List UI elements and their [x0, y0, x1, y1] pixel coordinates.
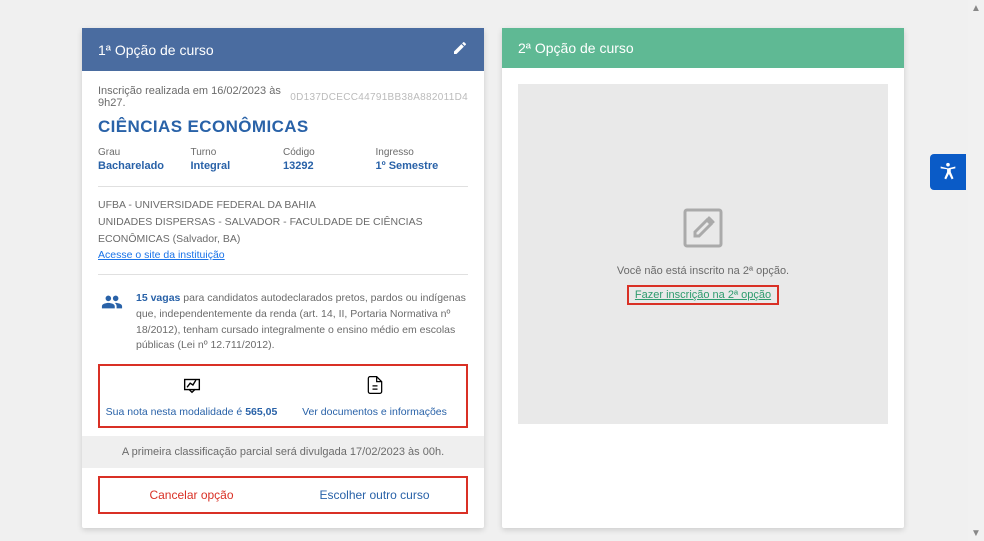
quota-text: 15 vagas para candidatos autodeclarados … — [136, 291, 468, 354]
compose-icon — [679, 204, 727, 257]
document-icon — [365, 374, 385, 399]
actions-box: Cancelar opção Escolher outro curso — [98, 476, 468, 514]
accessibility-button[interactable] — [930, 154, 966, 190]
edit-icon[interactable] — [452, 40, 468, 59]
score-text: Sua nota nesta modalidade é 565,05 — [106, 406, 278, 418]
cancel-button[interactable]: Cancelar opção — [100, 478, 283, 512]
grau-label: Grau — [98, 147, 191, 158]
notice-bar: A primeira classificação parcial será di… — [82, 436, 484, 468]
change-course-button[interactable]: Escolher outro curso — [283, 478, 466, 512]
group-icon — [98, 291, 126, 354]
docs-link: Ver documentos e informações — [302, 406, 447, 418]
turno-label: Turno — [191, 147, 284, 158]
option2-card: 2ª Opção de curso Você não está inscrito… — [502, 28, 904, 528]
institution-line1: UFBA - UNIVERSIDADE FEDERAL DA BAHIA — [98, 197, 468, 214]
option1-header: 1ª Opção de curso — [82, 28, 484, 71]
grau-value: Bacharelado — [98, 160, 191, 172]
course-name: CIÊNCIAS ECONÔMICAS — [98, 117, 468, 137]
option1-card: 1ª Opção de curso Inscrição realizada em… — [82, 28, 484, 528]
institution-line2: UNIDADES DISPERSAS - SALVADOR - FACULDAD… — [98, 214, 468, 248]
ingresso-value: 1º Semestre — [376, 160, 469, 172]
chart-icon — [181, 374, 203, 399]
option2-title: 2ª Opção de curso — [518, 40, 634, 56]
option2-empty-text: Você não está inscrito na 2ª opção. — [617, 265, 789, 277]
turno-value: Integral — [191, 160, 284, 172]
quota-count: 15 vagas — [136, 292, 180, 304]
score-docs-box: Sua nota nesta modalidade é 565,05 Ver d… — [98, 364, 468, 428]
codigo-label: Código — [283, 147, 376, 158]
option2-header: 2ª Opção de curso — [502, 28, 904, 68]
ingresso-label: Ingresso — [376, 147, 469, 158]
option2-empty: Você não está inscrito na 2ª opção. Faze… — [518, 84, 888, 424]
scroll-down-icon[interactable]: ▼ — [968, 525, 984, 541]
quota-desc: para candidatos autodeclarados pretos, p… — [136, 292, 466, 351]
inscription-hash: 0D137DCECC44791BB38A882011D4 — [290, 92, 468, 103]
scrollbar[interactable]: ▲ ▼ — [968, 0, 984, 541]
docs-block[interactable]: Ver documentos e informações — [283, 374, 466, 418]
scroll-up-icon[interactable]: ▲ — [968, 0, 984, 16]
option1-title: 1ª Opção de curso — [98, 42, 214, 58]
quota-row: 15 vagas para candidatos autodeclarados … — [98, 285, 468, 360]
score-block[interactable]: Sua nota nesta modalidade é 565,05 — [100, 374, 283, 418]
option2-enroll-link[interactable]: Fazer inscrição na 2ª opção — [627, 285, 779, 305]
codigo-value: 13292 — [283, 160, 376, 172]
details-row: Grau Bacharelado Turno Integral Código 1… — [98, 147, 468, 172]
institution-site-link[interactable]: Acesse o site da instituição — [98, 249, 225, 261]
inscription-text: Inscrição realizada em 16/02/2023 às 9h2… — [98, 85, 290, 109]
institution-block: UFBA - UNIVERSIDADE FEDERAL DA BAHIA UNI… — [98, 197, 468, 264]
